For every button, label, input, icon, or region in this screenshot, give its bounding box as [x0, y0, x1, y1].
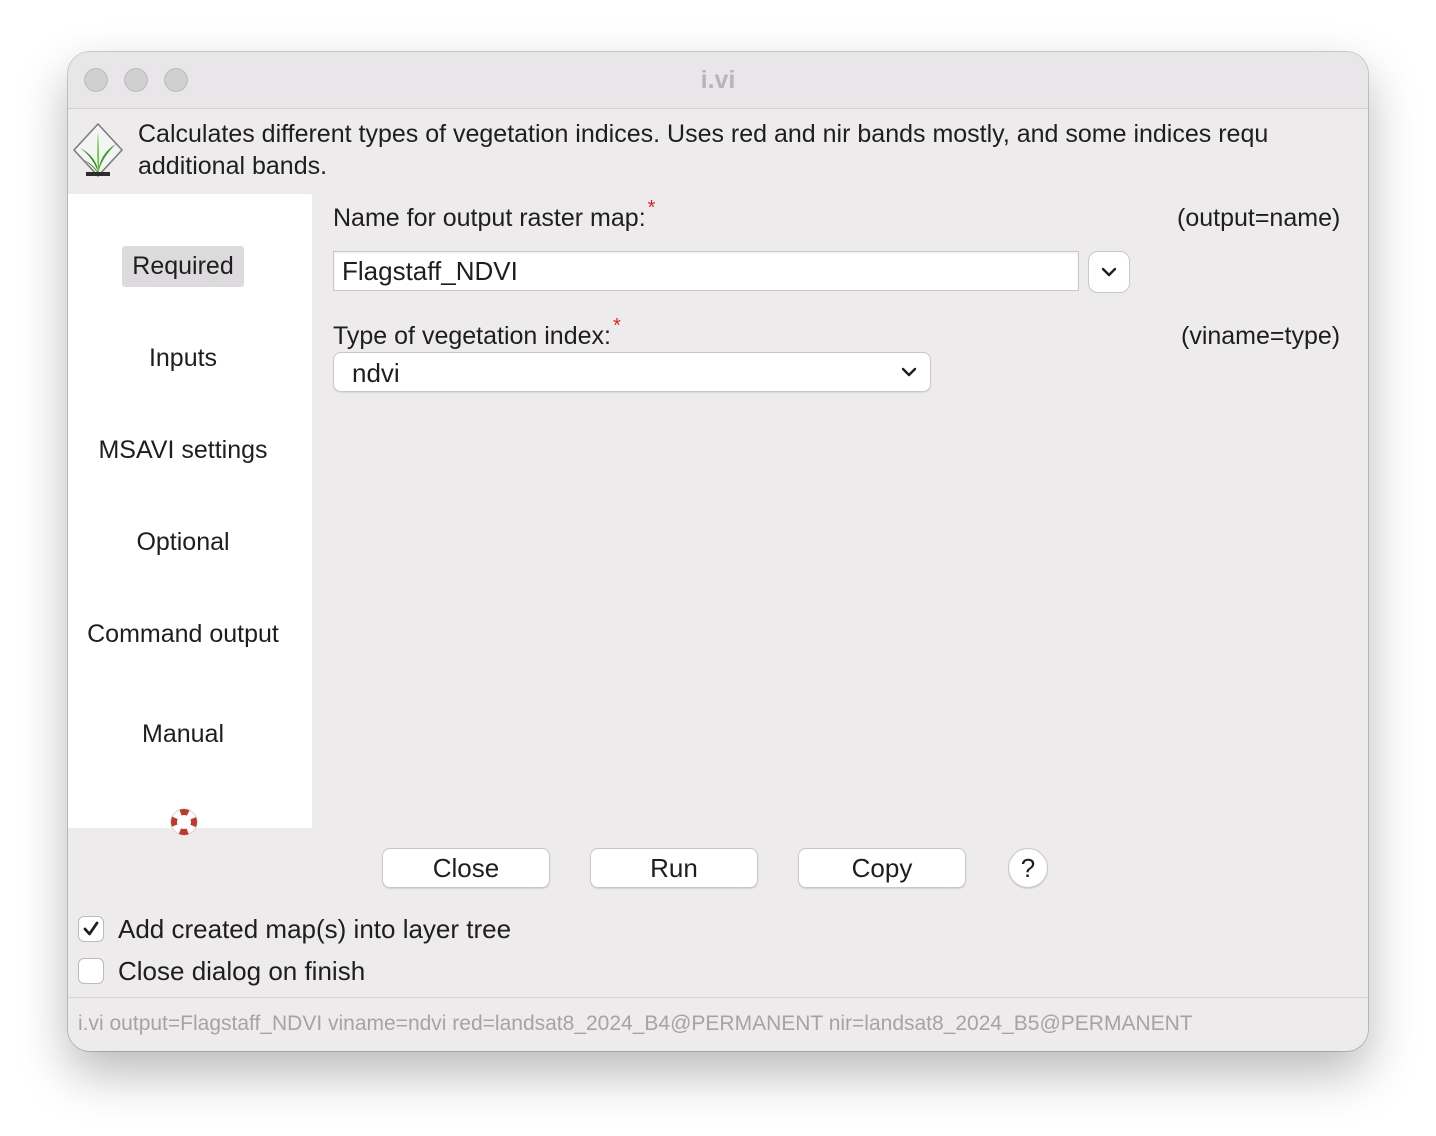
checkmark-icon	[83, 921, 99, 936]
viname-selected-value: ndvi	[352, 358, 400, 388]
description-line-2: additional bands.	[138, 152, 328, 180]
close-on-finish-checkbox[interactable]	[78, 958, 104, 984]
output-name-dropdown-button[interactable]	[1088, 251, 1130, 293]
required-star: *	[612, 315, 621, 337]
output-param-hint: (output=name)	[1177, 204, 1341, 232]
description-line-1: Calculates different types of vegetation…	[138, 120, 1269, 148]
add-to-layer-tree-option[interactable]: Add created map(s) into layer tree	[78, 914, 511, 944]
tab-required[interactable]: Required	[122, 246, 244, 287]
tab-msavi-settings[interactable]: MSAVI settings	[68, 436, 298, 465]
add-to-layer-tree-label: Add created map(s) into layer tree	[118, 913, 512, 944]
dialog-window: i.vi Calculates different types of veget…	[68, 52, 1368, 1051]
copy-button[interactable]: Copy	[798, 848, 966, 888]
chevron-down-icon	[1101, 267, 1117, 277]
viname-label-text: Type of vegetation index:	[333, 322, 611, 350]
add-to-layer-tree-checkbox[interactable]	[78, 916, 104, 942]
close-button[interactable]: Close	[382, 848, 550, 888]
tab-inputs[interactable]: Inputs	[68, 344, 298, 373]
tab-command-output[interactable]: Command output	[68, 620, 298, 649]
tab-manual[interactable]: Manual	[68, 720, 298, 749]
chevron-down-icon	[896, 359, 922, 385]
sidebar: Required Inputs MSAVI settings Optional …	[68, 194, 312, 836]
help-button[interactable]: ?	[1008, 848, 1048, 888]
viname-param-hint: (viname=type)	[1181, 322, 1341, 350]
viname-select[interactable]: ndvi	[333, 352, 931, 392]
module-description: Calculates different types of vegetation…	[138, 118, 1368, 182]
close-on-finish-label: Close dialog on finish	[118, 955, 366, 986]
viname-label: Type of vegetation index: *	[333, 315, 621, 351]
required-star: *	[647, 197, 656, 219]
lifebuoy-icon[interactable]	[168, 806, 200, 838]
command-preview: i.vi output=Flagstaff_NDVI viname=ndvi r…	[78, 1012, 1193, 1035]
close-on-finish-option[interactable]: Close dialog on finish	[78, 956, 365, 986]
run-button[interactable]: Run	[590, 848, 758, 888]
grass-leaf-icon	[72, 122, 124, 178]
tab-optional[interactable]: Optional	[68, 528, 298, 557]
output-name-label-text: Name for output raster map:	[333, 204, 646, 232]
output-name-input[interactable]: Flagstaff_NDVI	[333, 251, 1079, 291]
status-bar: i.vi output=Flagstaff_NDVI viname=ndvi r…	[68, 997, 1368, 1051]
output-name-label: Name for output raster map: *	[333, 197, 655, 233]
window-title: i.vi	[700, 66, 736, 94]
title-bar: i.vi	[68, 52, 1368, 109]
